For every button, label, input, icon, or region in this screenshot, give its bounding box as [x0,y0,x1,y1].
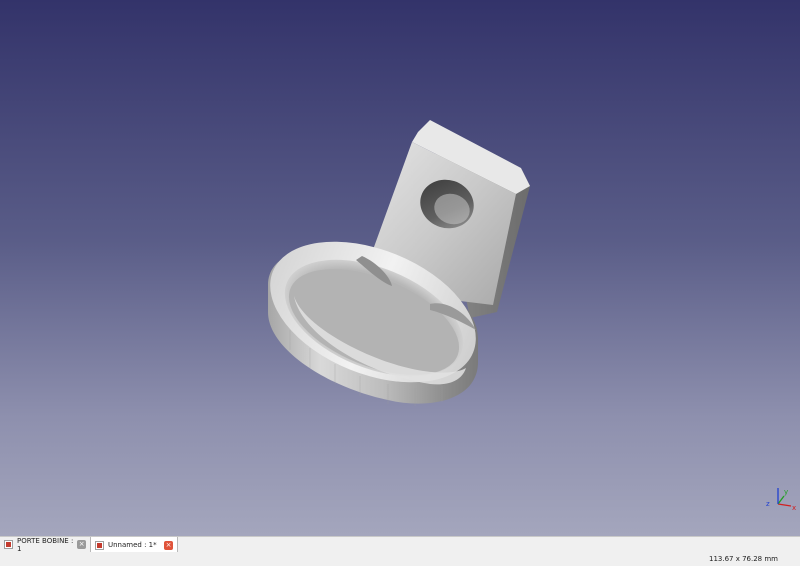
tab-porte-bobine[interactable]: PORTE BOBINE : 1 × [0,536,90,553]
status-bar: 113.67 x 76.28 mm [0,552,800,566]
freecad-document-icon [4,540,13,549]
freecad-document-icon [95,540,104,550]
view-dimensions: 113.67 x 76.28 mm [709,555,778,563]
z-axis-label: z [766,500,770,508]
tab-label: PORTE BOBINE : 1 [17,536,74,553]
3d-model[interactable] [0,0,800,536]
x-axis-line [777,503,792,507]
axis-cross-indicator: z y x [766,488,796,512]
tab-label: Unnamed : 1* [108,541,157,549]
document-tab-bar: PORTE BOBINE : 1 × Unnamed : 1* × [0,536,800,553]
3d-viewport[interactable]: z y x [0,0,800,536]
y-axis-label: y [784,488,788,496]
tab-unnamed[interactable]: Unnamed : 1* × [90,537,178,553]
x-axis-label: x [792,504,796,512]
close-icon[interactable]: × [77,540,86,549]
close-icon[interactable]: × [164,540,173,550]
y-axis-line [777,495,785,505]
